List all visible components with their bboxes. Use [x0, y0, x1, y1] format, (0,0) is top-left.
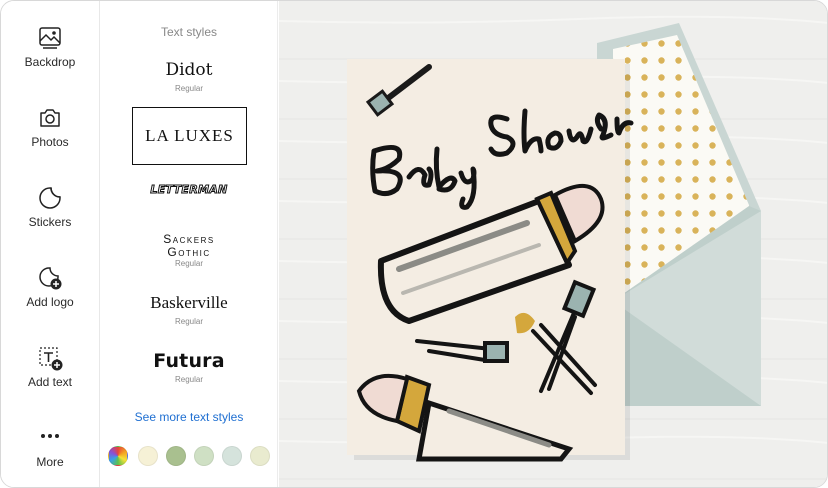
text-style-la-luxes-selected[interactable]: LA LUXES: [132, 107, 247, 165]
style-name-line1: Sackers: [163, 232, 215, 246]
rail-item-add-text[interactable]: Add text: [1, 345, 99, 415]
text-styles-panel: Text styles Didot Regular LA LUXES LETTE…: [100, 1, 278, 487]
sticker-icon: [39, 187, 61, 209]
style-sub: Regular: [174, 83, 203, 93]
add-logo-icon: [39, 267, 62, 290]
style-sub: Regular: [174, 259, 203, 269]
text-style-sackers-gothic[interactable]: Sackers Gothic Regular: [132, 233, 246, 268]
card-preview-canvas[interactable]: [279, 1, 827, 487]
color-swatch[interactable]: [250, 446, 270, 466]
color-swatch[interactable]: [138, 446, 158, 466]
card-preview: [279, 1, 827, 487]
style-sub: Regular: [174, 316, 203, 326]
panel-title: Text styles: [160, 25, 217, 39]
camera-icon: [40, 109, 60, 127]
text-style-didot[interactable]: Didot Regular: [132, 61, 246, 93]
style-name: Didot: [165, 60, 213, 80]
rail-label: Backdrop: [24, 55, 76, 69]
style-name: LETTERMAN: [150, 183, 228, 196]
color-swatch[interactable]: [166, 446, 186, 466]
style-name-line2: Gothic: [167, 244, 211, 259]
rail-label: Add text: [27, 375, 73, 389]
rail-item-photos[interactable]: Photos: [1, 105, 99, 175]
invitation-card: [347, 59, 634, 462]
rail-label: Stickers: [28, 215, 72, 229]
style-name: LA LUXES: [145, 125, 234, 145]
rail-item-stickers[interactable]: Stickers: [1, 185, 99, 255]
style-name: Baskerville: [150, 293, 228, 312]
color-swatch[interactable]: [194, 446, 214, 466]
text-style-letterman[interactable]: LETTERMAN: [132, 183, 246, 196]
rail-item-more[interactable]: More: [1, 425, 99, 487]
rail-item-add-logo[interactable]: Add logo: [1, 265, 99, 335]
style-sub: Regular: [174, 374, 203, 384]
rail-label: Add logo: [26, 295, 74, 309]
rail-item-backdrop[interactable]: Backdrop: [1, 25, 99, 95]
add-text-icon: [39, 347, 63, 371]
color-swatches: [108, 446, 278, 468]
text-style-baskerville[interactable]: Baskerville Regular: [132, 293, 246, 326]
editor-window: Backdrop Photos Stickers Add logo Add te…: [0, 0, 828, 488]
rail-label: Photos: [31, 135, 69, 149]
text-style-futura[interactable]: Futura Regular: [132, 351, 246, 384]
more-dots-icon: [41, 434, 59, 438]
tool-rail: Backdrop Photos Stickers Add logo Add te…: [1, 1, 100, 487]
color-picker-swatch[interactable]: [108, 446, 128, 466]
rail-label: More: [36, 455, 64, 469]
color-swatch[interactable]: [222, 446, 242, 466]
style-name: Futura: [153, 350, 225, 372]
backdrop-icon: [39, 27, 61, 49]
see-more-text-styles-link[interactable]: See more text styles: [100, 410, 278, 424]
